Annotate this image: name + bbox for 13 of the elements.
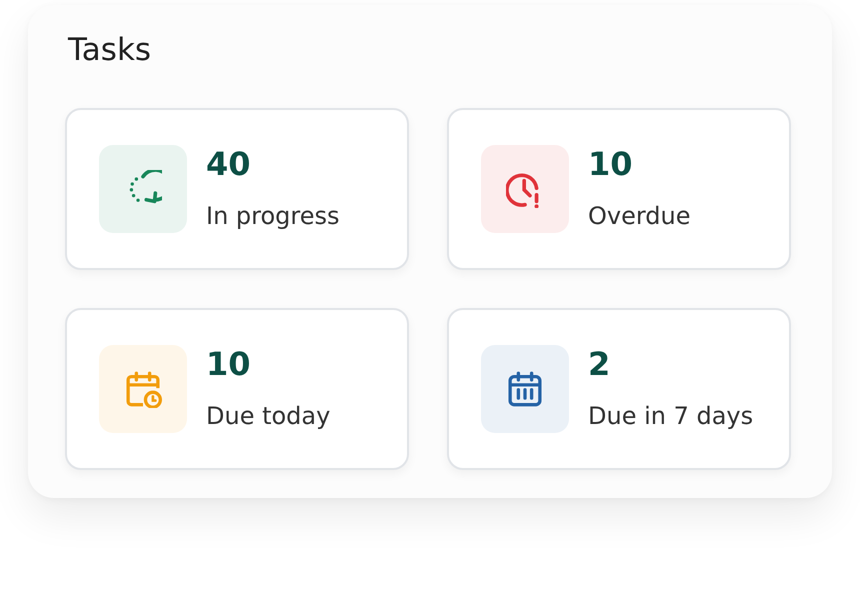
task-count: 10 <box>588 144 634 184</box>
stat-card[interactable]: 10 Due today <box>65 308 409 470</box>
card-label: In progress <box>206 201 340 232</box>
task-count: 10 <box>206 344 252 384</box>
card-label: Due in 7 days <box>588 401 754 432</box>
stat-card[interactable]: 2 Due in 7 days <box>447 308 791 470</box>
stat-card[interactable]: 40 In progress <box>65 108 409 270</box>
card-label: Due today <box>206 401 330 432</box>
stat-card[interactable]: 10 Overdue <box>447 108 791 270</box>
panel-title: Tasks <box>68 31 152 70</box>
task-count: 40 <box>206 144 252 184</box>
task-count: 2 <box>588 344 612 384</box>
card-label: Overdue <box>588 201 691 232</box>
